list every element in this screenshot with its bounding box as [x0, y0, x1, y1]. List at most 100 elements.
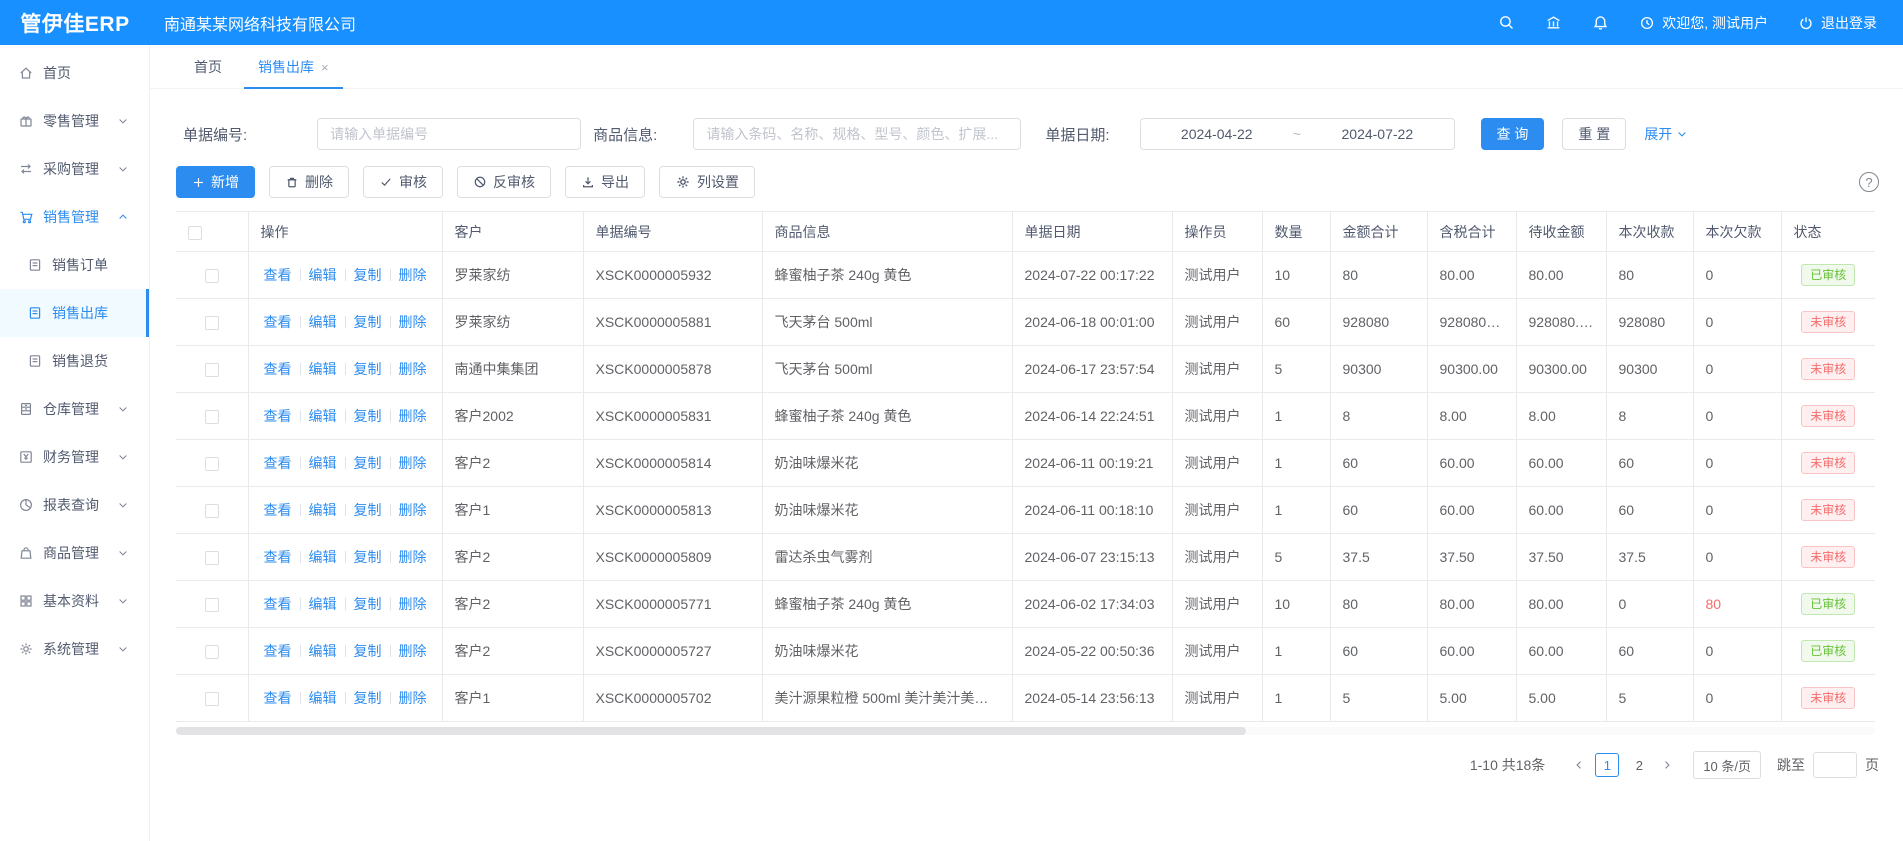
row-checkbox[interactable] [205, 645, 219, 659]
sidebar-item-sales-outbound[interactable]: 销售出库 [0, 289, 149, 337]
edit-link[interactable]: 编辑 [309, 596, 337, 612]
row-checkbox[interactable] [205, 457, 219, 471]
select-all-checkbox[interactable] [188, 226, 202, 240]
sidebar-item-finance[interactable]: 财务管理 [0, 433, 149, 481]
page-size-select[interactable]: 10 条/页 [1693, 751, 1761, 779]
audit-button[interactable]: 审核 [363, 166, 443, 198]
prev-page-button[interactable] [1567, 753, 1591, 777]
view-link[interactable]: 查看 [264, 408, 292, 424]
copy-link[interactable]: 复制 [354, 455, 382, 471]
row-checkbox[interactable] [205, 363, 219, 377]
copy-link[interactable]: 复制 [354, 267, 382, 283]
row-checkbox[interactable] [205, 551, 219, 565]
edit-link[interactable]: 编辑 [309, 408, 337, 424]
view-link[interactable]: 查看 [264, 502, 292, 518]
row-checkbox[interactable] [205, 692, 219, 706]
order-no-input[interactable] [317, 118, 581, 150]
reset-button[interactable]: 重 置 [1562, 118, 1626, 150]
sidebar-item-product[interactable]: 商品管理 [0, 529, 149, 577]
jump-page-input[interactable] [1813, 752, 1857, 778]
copy-link[interactable]: 复制 [354, 314, 382, 330]
bell-icon[interactable] [1592, 14, 1609, 31]
column-settings-button[interactable]: 列设置 [659, 166, 755, 198]
row-checkbox[interactable] [205, 316, 219, 330]
copy-link[interactable]: 复制 [354, 690, 382, 706]
bank-icon[interactable] [1545, 14, 1562, 31]
copy-link[interactable]: 复制 [354, 596, 382, 612]
next-page-button[interactable] [1655, 753, 1679, 777]
row-checkbox[interactable] [205, 598, 219, 612]
row-checkbox[interactable] [205, 504, 219, 518]
tab-home[interactable]: 首页 [176, 45, 240, 89]
edit-link[interactable]: 编辑 [309, 455, 337, 471]
search-button[interactable]: 查 询 [1481, 118, 1545, 150]
delete-link[interactable]: 删除 [399, 502, 427, 518]
sidebar-item-warehouse[interactable]: 仓库管理 [0, 385, 149, 433]
delete-button[interactable]: 删除 [269, 166, 349, 198]
delete-link[interactable]: 删除 [399, 643, 427, 659]
view-link[interactable]: 查看 [264, 643, 292, 659]
sidebar-item-sales-order[interactable]: 销售订单 [0, 241, 149, 289]
sidebar-item-sales-return[interactable]: 销售退货 [0, 337, 149, 385]
sidebar-item-home[interactable]: 首页 [0, 49, 149, 97]
sidebar-item-basic-data[interactable]: 基本资料 [0, 577, 149, 625]
delete-link[interactable]: 删除 [399, 596, 427, 612]
copy-link[interactable]: 复制 [354, 549, 382, 565]
cell-qty: 1 [1262, 628, 1330, 675]
cell-order-no: XSCK0000005878 [583, 346, 762, 393]
edit-link[interactable]: 编辑 [309, 361, 337, 377]
expand-link[interactable]: 展开 [1644, 124, 1688, 144]
copy-link[interactable]: 复制 [354, 502, 382, 518]
view-link[interactable]: 查看 [264, 267, 292, 283]
edit-link[interactable]: 编辑 [309, 314, 337, 330]
copy-link[interactable]: 复制 [354, 408, 382, 424]
cell-owed: 0 [1693, 628, 1781, 675]
sidebar-item-sales[interactable]: 销售管理 [0, 193, 149, 241]
tab-sales-outbound[interactable]: 销售出库× [240, 45, 347, 89]
view-link[interactable]: 查看 [264, 455, 292, 471]
view-link[interactable]: 查看 [264, 549, 292, 565]
scrollbar-thumb[interactable] [176, 727, 1246, 735]
delete-link[interactable]: 删除 [399, 455, 427, 471]
view-link[interactable]: 查看 [264, 361, 292, 377]
copy-link[interactable]: 复制 [354, 361, 382, 377]
close-tab-icon[interactable]: × [321, 60, 329, 75]
welcome-user[interactable]: 欢迎您, 测试用户 [1639, 13, 1768, 33]
delete-link[interactable]: 删除 [399, 690, 427, 706]
row-checkbox[interactable] [205, 410, 219, 424]
date-to-value[interactable]: 2024-07-22 [1342, 126, 1414, 142]
delete-link[interactable]: 删除 [399, 314, 427, 330]
grid-icon [18, 593, 34, 609]
sidebar-item-retail[interactable]: 零售管理 [0, 97, 149, 145]
logout-button[interactable]: 退出登录 [1798, 13, 1877, 33]
delete-link[interactable]: 删除 [399, 408, 427, 424]
edit-link[interactable]: 编辑 [309, 267, 337, 283]
edit-link[interactable]: 编辑 [309, 502, 337, 518]
date-range-picker[interactable]: 2024-04-22 ~ 2024-07-22 [1140, 118, 1455, 150]
page-number-1[interactable]: 1 [1595, 753, 1619, 777]
row-checkbox[interactable] [205, 269, 219, 283]
sidebar-item-purchase[interactable]: 采购管理 [0, 145, 149, 193]
add-button[interactable]: 新增 [176, 166, 255, 198]
sidebar-item-system[interactable]: 系统管理 [0, 625, 149, 673]
view-link[interactable]: 查看 [264, 690, 292, 706]
delete-link[interactable]: 删除 [399, 549, 427, 565]
date-from-value[interactable]: 2024-04-22 [1181, 126, 1253, 142]
search-icon[interactable] [1498, 14, 1515, 31]
edit-link[interactable]: 编辑 [309, 549, 337, 565]
view-link[interactable]: 查看 [264, 596, 292, 612]
view-link[interactable]: 查看 [264, 314, 292, 330]
page-number-2[interactable]: 2 [1627, 753, 1651, 777]
delete-link[interactable]: 删除 [399, 361, 427, 377]
product-info-input[interactable] [693, 118, 1021, 150]
horizontal-scrollbar[interactable] [176, 727, 1875, 735]
sidebar-item-report[interactable]: 报表查询 [0, 481, 149, 529]
export-button[interactable]: 导出 [565, 166, 645, 198]
help-icon[interactable]: ? [1859, 172, 1879, 192]
copy-link[interactable]: 复制 [354, 643, 382, 659]
edit-link[interactable]: 编辑 [309, 643, 337, 659]
unaudit-button[interactable]: 反审核 [457, 166, 551, 198]
edit-link[interactable]: 编辑 [309, 690, 337, 706]
delete-link[interactable]: 删除 [399, 267, 427, 283]
app-logo[interactable]: 管伊佳ERP [0, 8, 150, 38]
